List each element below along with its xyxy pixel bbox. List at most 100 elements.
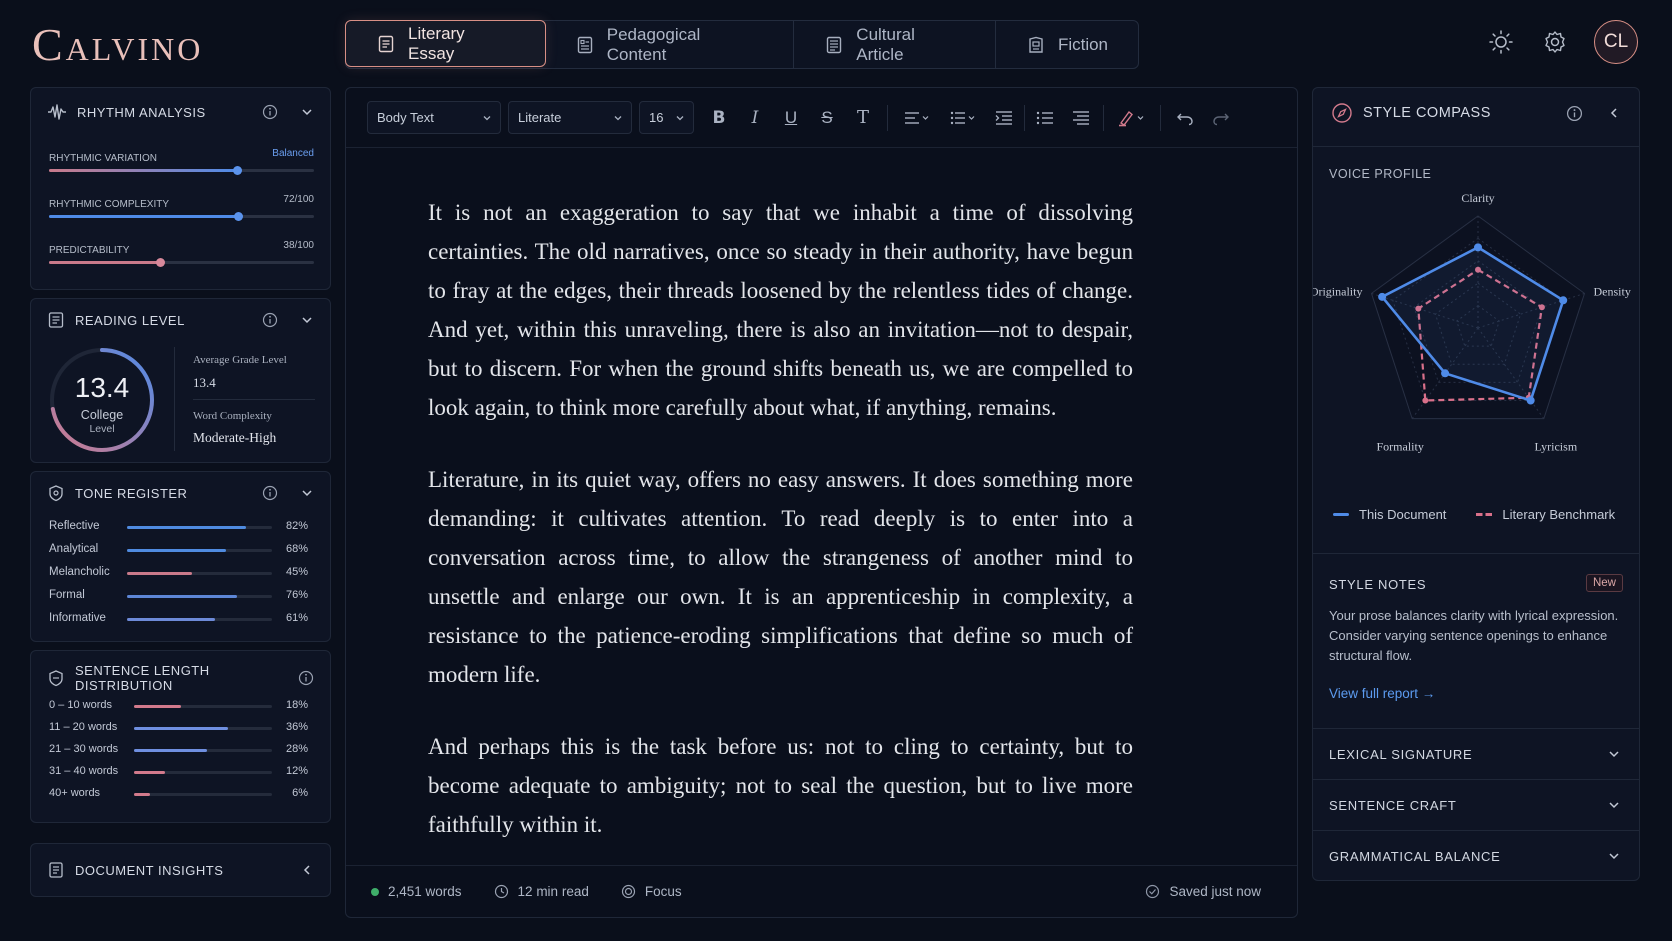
distribution-icon — [47, 669, 65, 687]
legend-this-document: This Document — [1359, 507, 1447, 522]
save-status: Saved just now — [1169, 884, 1261, 899]
document-series-point — [1526, 396, 1535, 405]
bold-button[interactable]: B — [701, 102, 737, 134]
font-size-select[interactable]: 16 — [639, 101, 694, 134]
chevron-down-icon[interactable] — [300, 105, 314, 119]
tone-bar — [127, 595, 272, 598]
indent-button[interactable] — [986, 102, 1022, 134]
tab-label: Cultural Article — [856, 24, 915, 64]
tone-row: Reflective 82% — [49, 520, 308, 534]
justify-button[interactable] — [1063, 102, 1099, 134]
compass-icon — [1331, 102, 1353, 124]
info-icon[interactable] — [262, 312, 278, 328]
chevron-left-icon[interactable] — [1607, 106, 1621, 120]
paragraph[interactable]: And perhaps this is the task before us: … — [428, 727, 1133, 844]
chevron-left-icon[interactable] — [300, 863, 314, 877]
bucket-bar — [134, 705, 272, 708]
document-series-point — [1378, 292, 1387, 301]
formatting-toolbar: Body Text Literate 16 B I U S T — [346, 88, 1297, 148]
radar-axis-label: Originality — [1313, 284, 1362, 298]
redo-button[interactable] — [1203, 102, 1239, 134]
clear-format-button[interactable]: T — [845, 102, 881, 134]
tab-cultural-article[interactable]: Cultural Article — [794, 21, 996, 68]
style-notes-text: Your prose balances clarity with lyrical… — [1329, 608, 1619, 663]
status-bar: 2,451 words 12 min read Focus Saved just… — [346, 865, 1297, 917]
sentence-length-row: 21 – 30 words 28% — [49, 743, 308, 757]
radar-axis-label: Density — [1594, 284, 1631, 298]
highlighter-icon — [1117, 109, 1145, 127]
undo-button[interactable] — [1167, 102, 1203, 134]
document-body[interactable]: It is not an exaggeration to say that we… — [428, 193, 1133, 877]
bullet-list-dropdown[interactable] — [940, 102, 986, 134]
tab-literary-essay[interactable]: Literary Essay — [345, 20, 546, 67]
tone-icon — [47, 484, 65, 502]
settings-button[interactable] — [1540, 27, 1570, 57]
sun-icon — [1488, 29, 1514, 55]
rhythmic-variation-slider[interactable]: RHYTHMIC VARIATION Balanced — [49, 148, 314, 175]
info-icon[interactable] — [1566, 105, 1583, 122]
bucket-label: 40+ words — [49, 787, 101, 799]
sentence-craft-section[interactable]: SENTENCE CRAFT — [1313, 779, 1639, 830]
align-left-icon — [904, 110, 930, 126]
info-icon[interactable] — [262, 104, 278, 120]
bucket-value: 28% — [285, 743, 308, 755]
insights-icon — [47, 861, 65, 879]
chevron-down-icon — [613, 113, 623, 123]
focus-mode-button[interactable]: Focus — [621, 884, 682, 899]
rhythmic-complexity-slider[interactable]: RHYTHMIC COMPLEXITY 72/100 — [49, 194, 314, 221]
section-title: SENTENCE CRAFT — [1329, 797, 1457, 813]
focus-label: Focus — [644, 884, 682, 899]
style-notes-title: STYLE NOTES — [1329, 577, 1427, 592]
italic-button[interactable]: I — [737, 102, 773, 134]
panel-title: DOCUMENT INSIGHTS — [75, 862, 224, 878]
paragraph[interactable]: Literature, in its quiet way, offers no … — [428, 460, 1133, 694]
reading-score: 13.4 — [74, 372, 130, 403]
tone-value: 45% — [285, 566, 308, 578]
reading-score-label: College — [80, 408, 124, 422]
chevron-down-icon[interactable] — [300, 486, 314, 500]
document-insights-panel[interactable]: DOCUMENT INSIGHTS — [30, 843, 331, 897]
info-icon[interactable] — [262, 485, 278, 501]
word-complexity-value: Moderate-High — [193, 430, 277, 445]
grammatical-balance-section[interactable]: GRAMMATICAL BALANCE — [1313, 830, 1639, 881]
tone-label: Reflective — [49, 520, 100, 532]
align-dropdown[interactable] — [894, 102, 940, 134]
strikethrough-button[interactable]: S — [809, 102, 845, 134]
slider-label: RHYTHMIC COMPLEXITY — [49, 199, 170, 210]
panel-title: TONE REGISTER — [75, 485, 188, 501]
theme-toggle-button[interactable] — [1486, 27, 1516, 57]
chevron-down-icon — [675, 113, 685, 123]
lexical-signature-section[interactable]: LEXICAL SIGNATURE — [1313, 728, 1639, 779]
highlight-dropdown[interactable] — [1108, 102, 1154, 134]
tab-pedagogical-content[interactable]: Pedagogical Content — [545, 21, 795, 68]
chevron-down-icon[interactable] — [300, 313, 314, 327]
paragraph-style-select[interactable]: Body Text — [367, 101, 501, 134]
paragraph[interactable]: It is not an exaggeration to say that we… — [428, 193, 1133, 427]
tone-label: Formal — [49, 589, 85, 601]
predictability-slider[interactable]: PREDICTABILITY 38/100 — [49, 240, 314, 267]
tone-value: 82% — [285, 520, 308, 532]
underline-button[interactable]: U — [773, 102, 809, 134]
chevron-down-icon — [1607, 747, 1621, 761]
chevron-down-icon — [1607, 798, 1621, 812]
read-time: 12 min read — [517, 884, 589, 899]
view-full-report-link[interactable]: View full report → — [1329, 686, 1435, 701]
numbered-list-icon — [1036, 110, 1054, 126]
indent-icon — [995, 110, 1013, 126]
panel-title: RHYTHM ANALYSIS — [77, 104, 206, 120]
tone-row: Formal 76% — [49, 589, 308, 603]
font-family-select[interactable]: Literate — [508, 101, 632, 134]
tab-fiction[interactable]: Fiction — [996, 21, 1138, 68]
reading-level-panel: READING LEVEL 13.4 College Level Average… — [30, 298, 331, 463]
check-circle-icon — [1145, 884, 1160, 899]
bucket-label: 0 – 10 words — [49, 699, 112, 711]
text-format-icon: T — [856, 107, 869, 128]
radar-axis-label: Lyricism — [1534, 440, 1577, 453]
tone-value: 76% — [285, 589, 308, 601]
user-avatar[interactable]: CL — [1594, 20, 1638, 64]
book-icon — [1026, 35, 1046, 55]
bucket-value: 6% — [292, 787, 308, 799]
info-icon[interactable] — [298, 670, 314, 686]
select-value: 16 — [649, 110, 664, 125]
numbered-list-button[interactable] — [1027, 102, 1063, 134]
